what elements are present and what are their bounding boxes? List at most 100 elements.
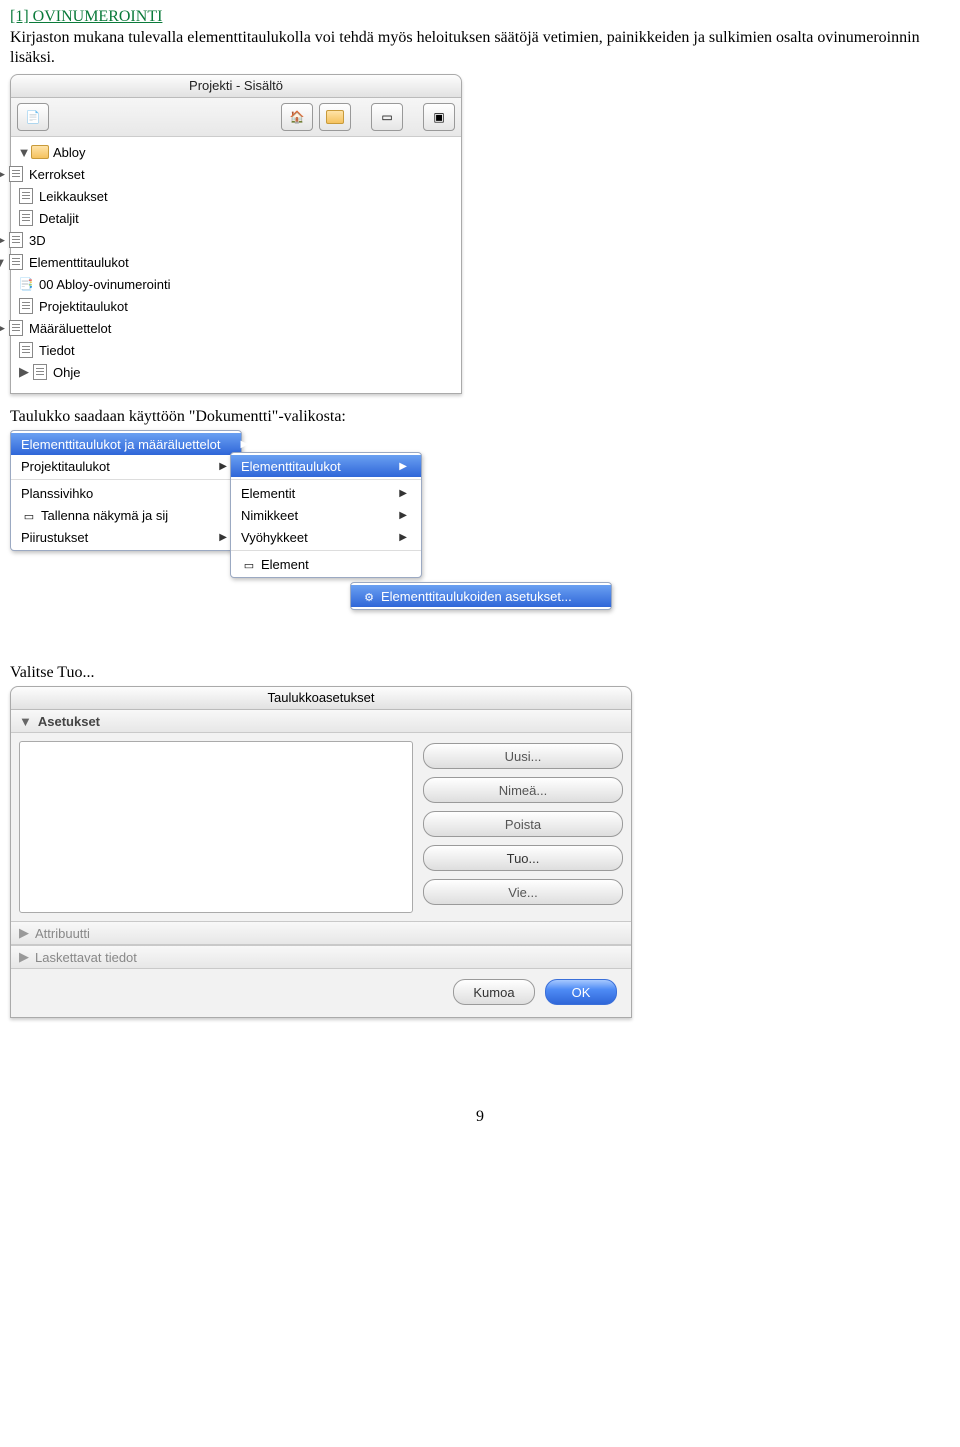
button-label: Vie... [508,885,537,900]
tree-label: 00 Abloy-ovinumerointi [39,277,171,292]
menu-item-planssivihko[interactable]: Planssivihko [11,482,241,504]
document-icon [19,342,33,358]
asetukset-body: Uusi... Nimeä... Poista Tuo... Vie... [11,733,631,921]
menu-label: Planssivihko [21,486,93,501]
menu-item-projektitaulukot[interactable]: Projektitaulukot▶ [11,455,241,477]
menu-item-nimikkeet[interactable]: Nimikkeet ▶ [231,504,421,526]
menu-item-elementtitaulukot[interactable]: Elementtitaulukot▶ [231,455,421,477]
tree-item-leikkaukset[interactable]: Leikkaukset [11,185,461,207]
menu-separator [231,550,421,551]
menu-item-piirustukset[interactable]: Piirustukset▶ [11,526,241,548]
uusi-button[interactable]: Uusi... [423,743,623,769]
project-tree: ▼ Abloy ▶ Kerrokset Leikkaukset Detaljit… [11,137,461,393]
vie-button[interactable]: Vie... [423,879,623,905]
button-label: OK [572,985,591,1000]
ok-button[interactable]: OK [545,979,617,1005]
folder-icon [31,145,49,159]
disclosure-right-icon[interactable]: ▶ [0,320,7,336]
document-icon [9,320,23,336]
tree-item-maaraluettelot[interactable]: ▶ Määräluettelot [11,317,461,339]
caption-valitse-tuo: Valitse Tuo... [10,664,950,682]
page-number: 9 [10,1108,950,1126]
kumoa-button[interactable]: Kumoa [453,979,535,1005]
toolbar-home-button[interactable]: 🏠 [281,103,313,131]
disclosure-right-icon[interactable]: ▶ [0,166,7,182]
project-content-panel: Projekti - Sisältö 📄 🏠 ▭ ▣ ▼ Abloy ▶ Ker… [10,74,462,394]
dialog-footer: Kumoa OK [11,969,631,1017]
disclosure-down-icon[interactable]: ▼ [17,145,31,160]
menu-item-elementit[interactable]: Elementit ▶ [231,482,421,504]
disclosure-down-icon: ▼ [19,714,32,729]
menu-label: Projektitaulukot [21,459,110,474]
document-icon [33,364,47,380]
tree-label: Leikkaukset [39,189,108,204]
menu-item-tallenna-nakyma[interactable]: ▭Tallenna näkymä ja sij [11,504,241,526]
disclosure-right-icon[interactable]: ▶ [0,232,7,248]
section-laskettavat-tiedot[interactable]: ▶ Laskettavat tiedot [11,945,631,969]
menu-separator [11,479,241,480]
menu-item-vyohykkeet[interactable]: Vyöhykkeet ▶ [231,526,421,548]
button-label: Uusi... [505,749,542,764]
disclosure-right-icon: ▶ [19,925,29,941]
button-label: Nimeä... [499,783,547,798]
chevron-right-icon: ▶ [399,488,407,499]
document-icon: 📄 [26,110,41,124]
section-attribuutti[interactable]: ▶ Attribuutti [11,921,631,945]
taulukkoasetukset-panel: Taulukkoasetukset ▼ Asetukset Uusi... Ni… [10,686,632,1018]
menu-label: Nimikkeet [241,508,298,523]
menu-level-1: Elementtitaulukot ja määräluettelot▶ Pro… [10,430,242,551]
disclosure-right-icon[interactable]: ▶ [17,364,31,380]
tree-label: Ohje [53,365,80,380]
disclosure-down-icon[interactable]: ▼ [0,255,7,270]
intro-paragraph: Kirjaston mukana tulevalla elementtitaul… [10,28,950,68]
button-column: Uusi... Nimeä... Poista Tuo... Vie... [423,741,623,913]
tree-item-kerrokset[interactable]: ▶ Kerrokset [11,163,461,185]
tree-label: Elementtitaulukot [29,255,129,270]
toolbar-folder-button[interactable] [319,103,351,131]
chevron-right-icon: ▶ [399,532,407,543]
panel-title: Taulukkoasetukset [11,687,631,710]
document-icon [19,298,33,314]
nimea-button[interactable]: Nimeä... [423,777,623,803]
chevron-right-icon: ▶ [219,532,227,543]
menu-item-elementtitaulukot-ja-maaraluettelot[interactable]: Elementtitaulukot ja määräluettelot▶ [11,433,241,455]
tree-item-detaljit[interactable]: Detaljit [11,207,461,229]
tree-root-abloy[interactable]: ▼ Abloy [11,141,461,163]
menu-item-element[interactable]: ▭ Element [231,553,421,575]
tree-item-ohje[interactable]: ▶ Ohje [11,361,461,383]
poista-button[interactable]: Poista [423,811,623,837]
tree-item-projektitaulukot[interactable]: Projektitaulukot [11,295,461,317]
menu-item-elementtitaulukoiden-asetukset[interactable]: ⚙Elementtitaulukoiden asetukset... [351,585,611,607]
panel-title: Projekti - Sisältö [11,75,461,98]
chevron-right-icon: ▶ [240,439,248,450]
tuo-button[interactable]: Tuo... [423,845,623,871]
tree-item-tiedot[interactable]: Tiedot [11,339,461,361]
menu-label: Elementit [241,486,295,501]
toolbar-new-view-button[interactable]: 📄 [17,103,49,131]
document-icon [9,166,23,182]
tree-label: Abloy [53,145,86,160]
document-icon [19,188,33,204]
schedule-icon: 📑 [17,276,35,292]
document-icon [19,210,33,226]
menu-separator [231,479,421,480]
chevron-right-icon: ▶ [399,510,407,521]
schedule-icon: ▭ [241,559,257,572]
menu-label: Vyöhykkeet [241,530,308,545]
tree-label: Tiedot [39,343,75,358]
settings-listbox[interactable] [19,741,413,913]
menu-level-3: ⚙Elementtitaulukoiden asetukset... [350,582,612,610]
button-label: Poista [505,817,541,832]
toolbar-grid-button[interactable]: ▣ [423,103,455,131]
tree-item-3d[interactable]: ▶ 3D [11,229,461,251]
tree-item-elementtitaulukot[interactable]: ▼ Elementtitaulukot [11,251,461,273]
toolbar-layout-button[interactable]: ▭ [371,103,403,131]
document-icon [9,254,23,270]
tree-label: Määräluettelot [29,321,111,336]
tree-label: Kerrokset [29,167,85,182]
menu-label: Elementtitaulukot [241,459,341,474]
menu-label: Element [261,557,309,572]
section-label: Attribuutti [35,926,90,941]
tree-item-abloy-ovinumerointi[interactable]: 📑 00 Abloy-ovinumerointi [11,273,461,295]
section-asetukset[interactable]: ▼ Asetukset [11,710,631,733]
